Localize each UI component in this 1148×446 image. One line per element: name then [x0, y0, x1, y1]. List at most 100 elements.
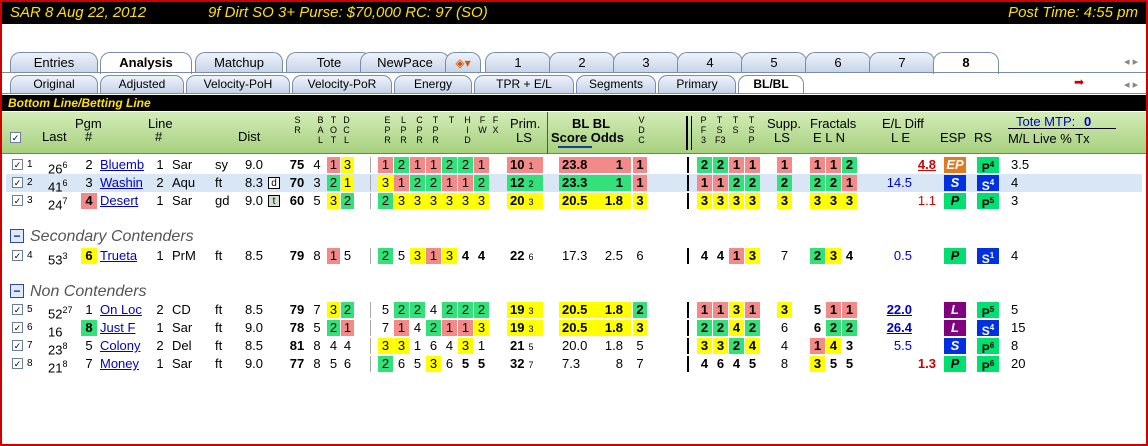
prim-ls-value: 21 [510, 338, 525, 353]
select-all-checkbox[interactable]: ✓ [10, 132, 21, 143]
section-non[interactable]: − Non Contenders [10, 283, 147, 301]
subtab-primary[interactable]: Primary [658, 75, 736, 93]
row-checkbox[interactable]: ✓ [12, 340, 23, 351]
track-condition: ft [215, 356, 223, 371]
row-checkbox[interactable]: ✓ [12, 322, 23, 333]
subtab-bl-bl[interactable]: BL/BL [738, 75, 804, 93]
tab-scroll-icon[interactable]: ◂ ▸ [1124, 55, 1138, 68]
row-number: 8 [27, 358, 33, 369]
hdr-stack-letter: V [638, 115, 645, 125]
row-checkbox[interactable]: ✓ [12, 195, 23, 206]
el-diff-e: 1.3 [917, 356, 936, 371]
tot-dcl-cell: 2 [327, 320, 340, 336]
tab-race-12[interactable]: 7 [869, 52, 935, 73]
pf-cell: 2 [729, 338, 744, 354]
energy-cell: 3 [394, 338, 409, 354]
export-arrow-icon[interactable]: ➡ [1074, 75, 1088, 91]
section-secondary[interactable]: − Secondary Contenders [10, 228, 194, 246]
subtab-original[interactable]: Original [10, 75, 98, 93]
line-number: 2 [156, 302, 164, 317]
tot-dcl-cell: 3 [341, 157, 354, 173]
track: Sar [172, 157, 193, 172]
hdr-stack-letter: L [400, 115, 406, 125]
prim-ls-value: 10 [510, 157, 525, 172]
collapse-icon[interactable]: − [10, 229, 24, 243]
subtab-tpr-e-l[interactable]: TPR + E/L [474, 75, 574, 93]
tab-race-8[interactable]: 3 [613, 52, 679, 73]
horse-name-link[interactable]: Desert [100, 193, 150, 209]
speed-rating: 77 [289, 356, 305, 371]
row-bar [687, 248, 689, 264]
hdr-prim: Prim. [510, 116, 541, 131]
row-checkbox[interactable]: ✓ [12, 358, 23, 369]
tab-race-5[interactable]: ◈▾ [445, 52, 481, 73]
energy-cell: 4 [429, 302, 438, 317]
subtab-segments[interactable]: Segments [576, 75, 656, 93]
horse-name-link[interactable]: Washin [100, 175, 150, 191]
bal-value: 8 [313, 356, 321, 371]
last-days: 16 [48, 320, 76, 339]
esp-badge: EP [944, 157, 966, 173]
speed-rating: 81 [289, 338, 305, 353]
tab-race-10[interactable]: 5 [741, 52, 807, 73]
tab-race-13[interactable]: 8 [933, 52, 999, 74]
horse-name-link[interactable]: Money [100, 356, 150, 372]
tab-race-11[interactable]: 6 [805, 52, 871, 73]
row-checkbox[interactable]: ✓ [12, 177, 23, 188]
subtab-adjusted[interactable]: Adjusted [100, 75, 184, 93]
hdr-stack-letter: R [416, 135, 423, 145]
horse-name-link[interactable]: Colony [100, 338, 150, 354]
last-days-sup: 6 [62, 178, 68, 188]
fractal-cell: 5 [813, 302, 822, 317]
horse-name-link[interactable]: Trueta [100, 248, 150, 264]
energy-cell: 2 [394, 157, 409, 173]
supp-ls: 3 [777, 193, 792, 209]
tab-race-9[interactable]: 4 [677, 52, 743, 73]
hdr-eln: E L N [813, 130, 846, 145]
tot-dcl-cell: 4 [343, 338, 352, 353]
row-checkbox[interactable]: ✓ [12, 304, 23, 315]
hdr-stack-letter: W [478, 125, 487, 135]
rs-sup: 1 [989, 251, 995, 260]
hdr-supp-ls: LS [774, 130, 790, 145]
row-checkbox[interactable]: ✓ [12, 250, 23, 261]
hdr-prim-ls: LS [516, 130, 532, 145]
tab-race-6[interactable]: 1 [485, 52, 551, 73]
fractal-cell: 3 [810, 193, 825, 209]
subtab-energy[interactable]: Energy [394, 75, 472, 93]
hdr-stack-letter: D [638, 125, 645, 135]
subtab-velocity-poh[interactable]: Velocity-PoH [186, 75, 290, 93]
prim-ls-value: 32 [510, 356, 525, 371]
tab-race-7[interactable]: 2 [549, 52, 615, 73]
tot-dcl-cell: 1 [327, 248, 340, 264]
post-time: Post Time: 4:55 pm [1008, 4, 1138, 21]
subtab-scroll-icon[interactable]: ◂ ▸ [1124, 78, 1138, 91]
energy-cell: 2 [426, 320, 441, 336]
tot-dcl-cell: 2 [341, 302, 354, 318]
horse-name-link[interactable]: Just F [100, 320, 150, 336]
horse-name-link[interactable]: Bluemb [100, 157, 150, 173]
pf-cell: 1 [697, 302, 712, 318]
subtab-velocity-por[interactable]: Velocity-PoR [292, 75, 392, 93]
el-diff-e: 4.8 [917, 157, 936, 172]
pf-cell: 3 [745, 248, 760, 264]
speed-rating: 79 [289, 302, 305, 317]
fractal-cell: 4 [845, 248, 854, 263]
hdr-stack-letter: R [400, 135, 407, 145]
row-number: 1 [27, 159, 33, 170]
rs-badge: P6 [977, 356, 999, 374]
collapse-icon[interactable]: − [10, 284, 24, 298]
tab-entries[interactable]: Entries [10, 52, 98, 73]
tab-newpace[interactable]: NewPace [360, 52, 450, 73]
prim-ls: 20 3 [507, 193, 543, 209]
tab-matchup[interactable]: Matchup [195, 52, 283, 73]
track-condition: ft [215, 248, 223, 263]
horse-name-link[interactable]: On Loc [100, 302, 150, 318]
hdr-pgm-num: # [85, 129, 93, 144]
row-checkbox[interactable]: ✓ [12, 159, 23, 170]
pf-cell: 2 [745, 320, 760, 336]
morning-line: 20 [1011, 356, 1026, 371]
pf-cell: 4 [716, 248, 725, 263]
el-diff-e [902, 248, 936, 264]
tab-analysis[interactable]: Analysis [100, 52, 192, 74]
